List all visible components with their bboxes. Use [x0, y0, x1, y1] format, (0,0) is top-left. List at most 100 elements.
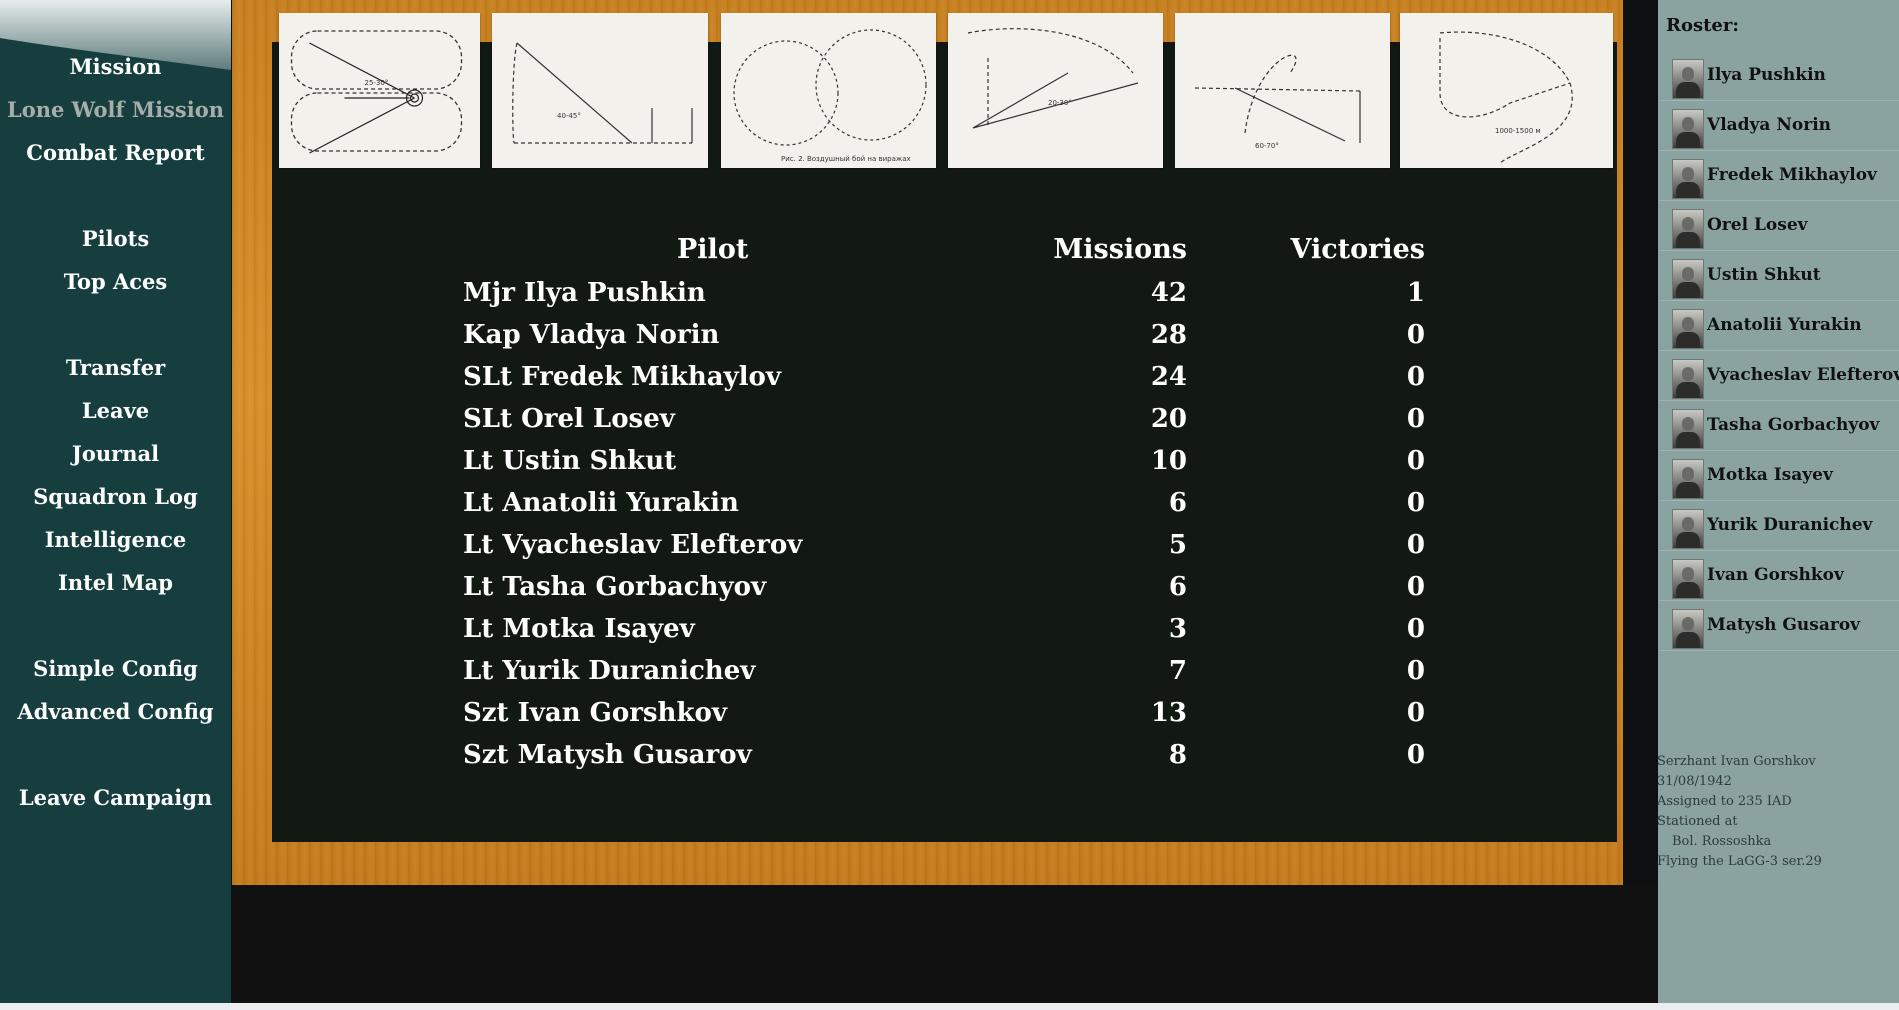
pilot-victories: 0	[1406, 362, 1425, 392]
roster-item[interactable]: Orel Losev	[1659, 202, 1899, 251]
pilot-victories: 0	[1406, 698, 1425, 728]
pilot-missions: 5	[1168, 530, 1187, 560]
roster-item-name: Yurik Duranichev	[1707, 515, 1873, 535]
pilot-missions: 6	[1168, 488, 1187, 518]
column-header-victories: Victories	[1290, 234, 1425, 265]
pilot-name[interactable]: Lt Vyacheslav Elefterov	[463, 528, 802, 562]
svg-text:Рис. 2. Воздушный бой на вираж: Рис. 2. Воздушный бой на виражах	[781, 155, 911, 163]
pilot-victories: 0	[1406, 488, 1425, 518]
pilot-portrait	[1672, 609, 1704, 649]
pilot-name[interactable]: Kap Vladya Norin	[463, 318, 719, 352]
pilot-victories: 0	[1406, 530, 1425, 560]
roster-item[interactable]: Motka Isayev	[1659, 452, 1899, 501]
pilot-victories: 0	[1406, 320, 1425, 350]
pilot-victories: 0	[1406, 614, 1425, 644]
roster-title: Roster:	[1666, 15, 1739, 36]
nav-squadron-log[interactable]: Squadron Log	[0, 482, 231, 512]
pilot-victories: 1	[1406, 278, 1425, 308]
tactics-diagram-6: 1000-1500 м	[1400, 13, 1613, 168]
roster-item[interactable]: Matysh Gusarov	[1659, 602, 1899, 651]
status-stationed-label: Stationed at	[1657, 814, 1738, 829]
pilot-name[interactable]: SLt Fredek Mikhaylov	[463, 360, 781, 394]
svg-text:25-30°: 25-30°	[365, 79, 389, 87]
pilot-victories: 0	[1406, 404, 1425, 434]
pilot-portrait	[1672, 409, 1704, 449]
nav-leave[interactable]: Leave	[0, 396, 231, 426]
nav-advanced-config[interactable]: Advanced Config	[0, 697, 231, 727]
pilot-missions: 20	[1150, 404, 1187, 434]
roster-item[interactable]: Ilya Pushkin	[1659, 52, 1899, 101]
pilot-portrait	[1672, 59, 1704, 99]
pilot-portrait	[1672, 309, 1704, 349]
status-aircraft: Flying the LaGG-3 ser.29	[1657, 854, 1822, 869]
nav-combat-report[interactable]: Combat Report	[0, 138, 231, 168]
roster-item[interactable]: Vyacheslav Elefterov	[1659, 352, 1899, 401]
roster-item-name: Ivan Gorshkov	[1707, 565, 1844, 585]
tactics-diagram-5: 60-70°	[1175, 13, 1390, 168]
pilot-missions: 13	[1150, 698, 1187, 728]
status-pilot-name: Serzhant Ivan Gorshkov	[1657, 754, 1816, 769]
pilot-portrait	[1672, 359, 1704, 399]
pilot-missions: 7	[1168, 656, 1187, 686]
window-bottom-strip	[0, 1003, 1899, 1010]
svg-text:60-70°: 60-70°	[1255, 142, 1279, 150]
pilot-name[interactable]: Szt Ivan Gorshkov	[463, 696, 727, 730]
tactics-diagram-3: Рис. 2. Воздушный бой на виражах	[721, 13, 936, 168]
roster-item-name: Orel Losev	[1707, 215, 1808, 235]
roster-item-name: Ilya Pushkin	[1707, 65, 1826, 85]
nav-intelligence[interactable]: Intelligence	[0, 525, 231, 555]
nav-leave-campaign[interactable]: Leave Campaign	[0, 783, 231, 813]
pilot-portrait	[1672, 459, 1704, 499]
roster-item[interactable]: Ustin Shkut	[1659, 252, 1899, 301]
roster-item[interactable]: Vladya Norin	[1659, 102, 1899, 151]
pilot-victories: 0	[1406, 656, 1425, 686]
roster-item-name: Fredek Mikhaylov	[1707, 165, 1877, 185]
pilot-portrait	[1672, 509, 1704, 549]
svg-text:1000-1500 м: 1000-1500 м	[1495, 127, 1541, 135]
roster-item[interactable]: Anatolii Yurakin	[1659, 302, 1899, 351]
roster-item[interactable]: Ivan Gorshkov	[1659, 552, 1899, 601]
roster-item-name: Motka Isayev	[1707, 465, 1833, 485]
nav-journal[interactable]: Journal	[0, 439, 231, 469]
pilot-victories: 0	[1406, 446, 1425, 476]
nav-lone-wolf-mission[interactable]: Lone Wolf Mission	[0, 95, 231, 125]
roster-item-name: Ustin Shkut	[1707, 265, 1821, 285]
pilot-name[interactable]: Lt Motka Isayev	[463, 612, 695, 646]
pilot-missions: 28	[1150, 320, 1187, 350]
nav-mission[interactable]: Mission	[0, 52, 231, 82]
roster-item-name: Anatolii Yurakin	[1707, 315, 1862, 335]
pilot-portrait	[1672, 209, 1704, 249]
status-airfield: Bol. Rossoshka	[1672, 834, 1772, 849]
pilot-name[interactable]: SLt Orel Losev	[463, 402, 675, 436]
column-header-pilot: Pilot	[677, 234, 749, 265]
pilot-missions: 8	[1168, 740, 1187, 770]
nav-transfer[interactable]: Transfer	[0, 353, 231, 383]
nav-intel-map[interactable]: Intel Map	[0, 568, 231, 598]
roster-item-name: Tasha Gorbachyov	[1707, 415, 1880, 435]
roster-item[interactable]: Yurik Duranichev	[1659, 502, 1899, 551]
nav-simple-config[interactable]: Simple Config	[0, 654, 231, 684]
roster-item[interactable]: Tasha Gorbachyov	[1659, 402, 1899, 451]
pilot-name[interactable]: Szt Matysh Gusarov	[463, 738, 752, 772]
pilot-name[interactable]: Lt Tasha Gorbachyov	[463, 570, 766, 604]
nav-pilots[interactable]: Pilots	[0, 224, 231, 254]
nav-top-aces[interactable]: Top Aces	[0, 267, 231, 297]
column-header-missions: Missions	[1053, 234, 1187, 265]
svg-text:40-45°: 40-45°	[557, 112, 581, 120]
pilot-missions: 24	[1150, 362, 1187, 392]
pilot-name[interactable]: Lt Yurik Duranichev	[463, 654, 755, 688]
roster-item-name: Vladya Norin	[1707, 115, 1832, 135]
board-footer-band	[232, 885, 1658, 1003]
roster-item[interactable]: Fredek Mikhaylov	[1659, 152, 1899, 201]
pilot-portrait	[1672, 109, 1704, 149]
pilot-name[interactable]: Lt Anatolii Yurakin	[463, 486, 739, 520]
roster-item-name: Matysh Gusarov	[1707, 615, 1861, 635]
pilot-name[interactable]: Lt Ustin Shkut	[463, 444, 676, 478]
tactics-diagram-1: 25-30°	[279, 13, 480, 168]
pilot-victories: 0	[1406, 740, 1425, 770]
svg-text:20-30°: 20-30°	[1048, 99, 1072, 107]
pilot-portrait	[1672, 259, 1704, 299]
pilot-missions: 10	[1150, 446, 1187, 476]
pilot-name[interactable]: Mjr Ilya Pushkin	[463, 276, 706, 310]
pilot-missions: 6	[1168, 572, 1187, 602]
